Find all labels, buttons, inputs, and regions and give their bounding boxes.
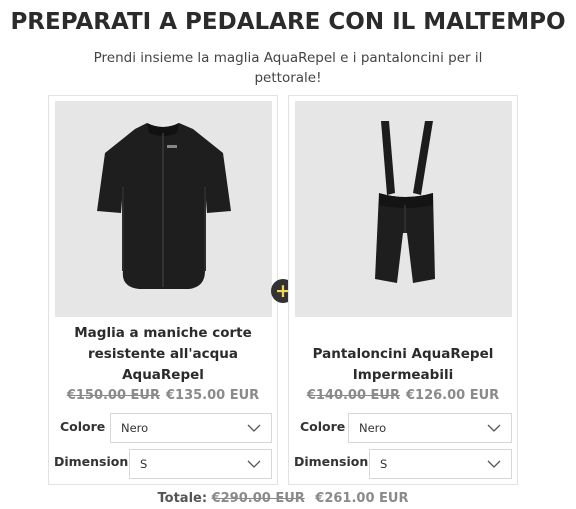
page-subtitle: Prendi insieme la maglia AquaRepel e i p…: [93, 50, 483, 86]
new-price: €135.00 EUR: [166, 388, 260, 403]
color-label: Colore: [300, 419, 346, 434]
size-select-value: S: [140, 457, 148, 471]
chevron-down-icon: [487, 460, 501, 468]
size-select-value: S: [380, 457, 388, 471]
bibshorts-image[interactable]: [295, 101, 512, 317]
page-title: PREPARATI A PEDALARE CON IL MALTEMPO: [10, 9, 566, 35]
total-label: Totale:: [157, 491, 208, 506]
product-prices: €150.00 EUR €135.00 EUR: [49, 388, 277, 403]
color-select-value: Nero: [359, 421, 387, 435]
product-prices: €140.00 EUR €126.00 EUR: [289, 388, 517, 403]
size-select[interactable]: S: [129, 449, 272, 479]
bundle-total: Totale: €290.00 EUR €261.00 EUR: [0, 491, 566, 506]
size-label: Dimensioni: [54, 454, 133, 469]
total-new-price: €261.00 EUR: [315, 491, 409, 506]
color-select[interactable]: Nero: [110, 413, 272, 443]
total-old-price: €290.00 EUR: [211, 491, 305, 506]
old-price: €150.00 EUR: [66, 388, 160, 403]
jersey-image[interactable]: [55, 101, 272, 317]
product-name[interactable]: Maglia a maniche corte resistente all'ac…: [57, 323, 269, 386]
chevron-down-icon: [247, 460, 261, 468]
color-select[interactable]: Nero: [348, 413, 512, 443]
product-card-bibshorts: Pantaloncini AquaRepel Impermeabili €140…: [288, 95, 518, 485]
color-label: Colore: [60, 419, 106, 434]
size-label: Dimensioni: [294, 454, 373, 469]
product-name[interactable]: Pantaloncini AquaRepel Impermeabili: [297, 344, 509, 386]
chevron-down-icon: [487, 424, 501, 432]
jersey-icon: [97, 123, 231, 289]
old-price: €140.00 EUR: [306, 388, 400, 403]
bibshorts-icon: [375, 121, 435, 283]
size-select[interactable]: S: [369, 449, 512, 479]
new-price: €126.00 EUR: [406, 388, 500, 403]
product-card-jersey: Maglia a maniche corte resistente all'ac…: [48, 95, 278, 485]
chevron-down-icon: [247, 424, 261, 432]
color-select-value: Nero: [121, 421, 149, 435]
